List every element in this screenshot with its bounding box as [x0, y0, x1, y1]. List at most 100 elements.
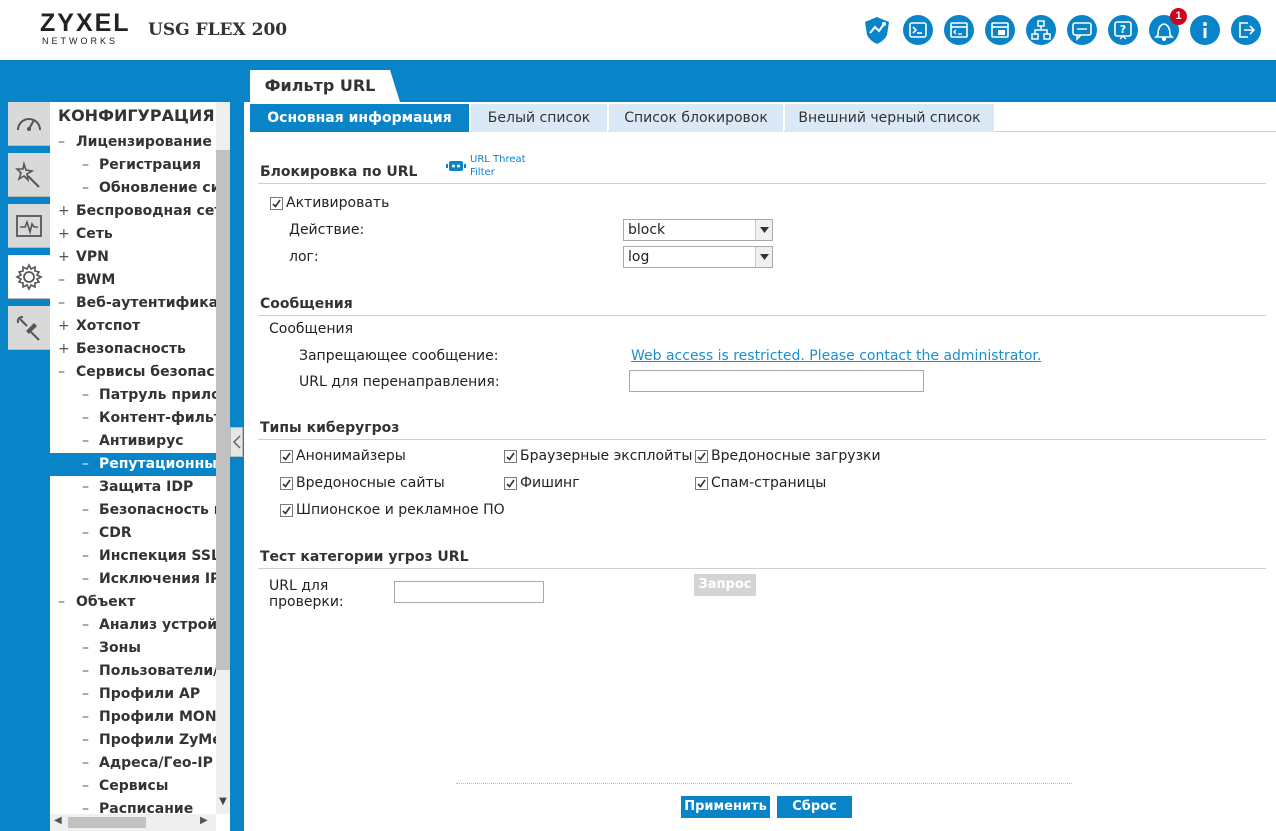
console-icon[interactable] [903, 15, 933, 45]
sidebar-item[interactable]: –Патруль прилож [50, 384, 216, 407]
sidebar-item[interactable]: – Репутационный [50, 453, 216, 476]
sidebar-hscroll-thumb[interactable] [68, 817, 146, 828]
threat-spyware-adware-checkbox[interactable] [280, 504, 293, 517]
section-url-block-title: Блокировка по URL [260, 164, 418, 180]
section-messages-title: Сообщения [260, 296, 353, 312]
divider [258, 183, 1266, 184]
sidebar-item[interactable]: –Сервисы безопасно [50, 361, 216, 384]
test-url-input[interactable] [394, 581, 544, 603]
sidebar-item[interactable]: + VPN [50, 246, 216, 269]
monitor-icon[interactable] [8, 204, 50, 248]
query-button[interactable]: Запрос [694, 574, 756, 596]
url-threat-filter-link[interactable]: URL Threat Filter [446, 153, 556, 181]
sidebar-item-label: Профили ZyMes [99, 732, 216, 748]
sidebar-item[interactable]: – Объект [50, 591, 216, 614]
sidebar-item[interactable]: – CDR [50, 522, 216, 545]
test-url-label: URL для проверки: [269, 578, 344, 610]
collapse-icon: – [58, 364, 65, 380]
sidebar-scroll-thumb[interactable] [216, 150, 230, 670]
deny-message-link[interactable]: Web access is restricted. Please contact… [631, 348, 1041, 364]
activate-checkbox[interactable] [270, 197, 283, 210]
scroll-down-icon[interactable]: ▼ [216, 796, 230, 812]
section-threats-title: Типы киберугроз [260, 420, 400, 436]
cli-icon[interactable] [944, 15, 974, 45]
collapse-icon: – [82, 640, 89, 656]
collapse-sidebar-button[interactable] [230, 427, 243, 457]
device-model: USG FLEX 200 [148, 20, 288, 40]
threat-phishing-checkbox[interactable] [504, 477, 517, 490]
threat-spam-pages-label: Спам-страницы [711, 475, 827, 491]
sidebar-item-label: Анализ устройс [99, 617, 216, 633]
sidebar-item[interactable]: + Сеть [50, 223, 216, 246]
scroll-right-icon[interactable]: ▶ [200, 815, 208, 826]
sidebar-item-label: Обновление сиг [99, 180, 216, 196]
sidebar-item[interactable]: – Профили AP [50, 683, 216, 706]
threat-spam-pages-checkbox[interactable] [695, 477, 708, 490]
tab-external-blacklist[interactable]: Внешний черный список [785, 104, 995, 132]
sidebar-item[interactable]: + Хотспот [50, 315, 216, 338]
help-icon[interactable]: ? [1108, 15, 1138, 45]
threat-spyware-adware-label: Шпионское и рекламное ПО [296, 502, 505, 518]
sidebar-item[interactable]: – Регистрация [50, 154, 216, 177]
action-select[interactable]: block [623, 219, 773, 241]
shield-icon[interactable] [862, 15, 892, 45]
sidebar-item[interactable]: – Исключения IP- [50, 568, 216, 591]
sidebar-item[interactable]: – Зоны [50, 637, 216, 660]
collapse-icon: – [58, 594, 65, 610]
sidebar-item[interactable]: – Обновление сиг [50, 177, 216, 200]
log-label: лог: [289, 249, 319, 265]
collapse-icon: – [82, 387, 89, 403]
dashboard-icon[interactable] [8, 102, 50, 146]
info-icon[interactable] [1190, 15, 1220, 45]
sidebar-item[interactable]: –Безопасность по [50, 499, 216, 522]
threat-malicious-sites-label: Вредоносные сайты [296, 475, 445, 491]
tab-general[interactable]: Основная информация [250, 104, 470, 132]
sidebar-item[interactable]: – Профили MON [50, 706, 216, 729]
sidebar-item[interactable]: – Сервисы [50, 775, 216, 798]
threat-anonymizers-checkbox[interactable] [280, 450, 293, 463]
configuration-icon[interactable] [8, 255, 50, 299]
threat-malicious-downloads-checkbox[interactable] [695, 450, 708, 463]
sidebar-item[interactable]: + Беспроводная сеть [50, 200, 216, 223]
log-select[interactable]: log [623, 246, 773, 268]
threat-malicious-downloads-label: Вредоносные загрузки [711, 448, 881, 464]
url-threat-filter-label[interactable]: URL Threat Filter [470, 153, 550, 179]
browser-icon[interactable] [985, 15, 1015, 45]
sidebar-item[interactable]: – Защита IDP [50, 476, 216, 499]
expand-icon: + [58, 318, 70, 334]
quick-setup-icon[interactable] [8, 153, 50, 197]
logo-subtext: NETWORKS [42, 36, 119, 46]
tab-whitelist[interactable]: Белый список [471, 104, 608, 132]
sidebar-item[interactable]: –Контент-фильтр [50, 407, 216, 430]
sidebar-item[interactable]: – Лицензирование [50, 131, 216, 154]
sidebar-item-label: Инспекция SSL [99, 548, 216, 564]
sidebar-item[interactable]: – Адреса/Гео-IP [50, 752, 216, 775]
sidebar-item-label: Антивирус [99, 433, 184, 449]
redirect-url-input[interactable] [629, 370, 924, 392]
sidebar-item[interactable]: – Инспекция SSL [50, 545, 216, 568]
chat-icon[interactable] [1067, 15, 1097, 45]
network-map-icon[interactable] [1026, 15, 1056, 45]
activate-label: Активировать [286, 195, 390, 211]
sidebar-item[interactable]: – Пользователи/г [50, 660, 216, 683]
maintenance-icon[interactable] [8, 306, 50, 350]
sidebar-item[interactable]: – BWM [50, 269, 216, 292]
logout-icon[interactable] [1231, 15, 1261, 45]
test-url-label-line2: проверки: [269, 594, 344, 610]
sidebar-item-label: Зоны [99, 640, 141, 656]
scroll-left-icon[interactable]: ◀ [54, 815, 62, 826]
sidebar-item[interactable]: – Анализ устройс [50, 614, 216, 637]
sidebar-item[interactable]: –Профили ZyMes [50, 729, 216, 752]
redirect-url-label: URL для перенаправления: [299, 374, 500, 390]
sidebar-item-label: BWM [76, 272, 116, 288]
collapse-icon: – [82, 157, 89, 173]
reset-button[interactable]: Сброс [777, 796, 852, 818]
threat-malicious-sites-checkbox[interactable] [280, 477, 293, 490]
sidebar-item[interactable]: + Безопасность [50, 338, 216, 361]
threat-browser-exploits-checkbox[interactable] [504, 450, 517, 463]
sidebar-item[interactable]: – Антивирус [50, 430, 216, 453]
tab-blocklist[interactable]: Список блокировок [609, 104, 784, 132]
apply-button[interactable]: Применить [681, 796, 770, 818]
subtab-bar: Основная информация Белый список Список … [250, 104, 1276, 132]
sidebar-item[interactable]: – Веб-аутентификац [50, 292, 216, 315]
